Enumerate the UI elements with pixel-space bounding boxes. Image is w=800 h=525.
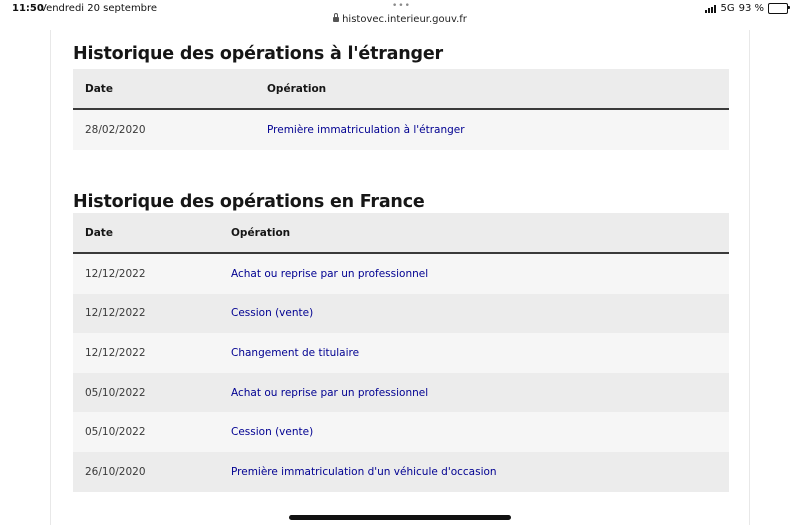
operation-name: Cession (vente)	[231, 307, 314, 320]
operation-date: 26/10/2020	[85, 465, 146, 478]
more-dots-icon[interactable]: •••	[392, 1, 411, 11]
url-text: histovec.interieur.gouv.fr	[342, 14, 467, 25]
foreign-operations-title: Historique des opérations à l'étranger	[73, 44, 443, 64]
table-row: 12/12/2022 Changement de titulaire	[73, 333, 729, 373]
operation-name: Achat ou reprise par un professionnel	[231, 386, 429, 399]
column-header-date: Date	[73, 213, 219, 254]
operation-date: 12/12/2022	[85, 307, 146, 320]
operation-name: Changement de titulaire	[231, 346, 360, 359]
battery-icon	[768, 3, 790, 14]
address-bar[interactable]: histovec.interieur.gouv.fr	[0, 13, 800, 25]
operation-name: Première immatriculation à l'étranger	[267, 123, 465, 136]
column-header-operation: Opération	[255, 69, 729, 110]
status-date: Vendredi 20 septembre	[40, 3, 158, 14]
operation-date: 05/10/2022	[85, 386, 146, 399]
table-header-row: Date Opération	[73, 213, 729, 254]
france-operations-section: Historique des opérations en France Date…	[73, 192, 729, 492]
table-row: 12/12/2022 Achat ou reprise par un profes…	[73, 253, 729, 294]
status-indicators: 5G 93 %	[705, 3, 790, 14]
table-row: 12/12/2022 Cession (vente)	[73, 293, 729, 334]
foreign-operations-table: Date Opération 28/02/2020 Première immatr…	[73, 69, 729, 150]
operation-date: 28/02/2020	[85, 123, 146, 136]
column-header-operation: Opération	[219, 213, 729, 254]
table-row: 05/10/2022 Cession (vente)	[73, 412, 729, 452]
column-header-date: Date	[73, 69, 255, 110]
operation-date: 05/10/2022	[85, 426, 146, 439]
operation-date: 12/12/2022	[85, 346, 146, 359]
battery-percentage: 93 %	[738, 3, 764, 14]
operation-date: 12/12/2022	[85, 267, 146, 280]
table-header-row: Date Opération	[73, 69, 729, 110]
operation-name: Achat ou reprise par un professionnel	[231, 267, 429, 280]
page-content: Historique des opérations à l'étranger D…	[50, 30, 750, 525]
france-operations-table: Date Opération 12/12/2022 Achat ou repris…	[73, 213, 729, 492]
operation-name: Cession (vente)	[231, 426, 314, 439]
network-type: 5G	[720, 3, 735, 14]
foreign-operations-section: Historique des opérations à l'étranger D…	[73, 44, 729, 150]
table-row: 05/10/2022 Achat ou reprise par un profes…	[73, 372, 729, 413]
home-indicator[interactable]	[289, 515, 511, 520]
operation-name: Première immatriculation d'un véhicule d…	[231, 465, 497, 478]
lock-icon	[333, 13, 340, 22]
cellular-signal-icon	[705, 4, 717, 13]
status-bar: 11:50 Vendredi 20 septembre ••• histovec…	[0, 0, 800, 30]
table-row: 26/10/2020 Première immatriculation d'un …	[73, 451, 729, 492]
table-row: 28/02/2020 Première immatriculation à l'é…	[73, 109, 729, 150]
france-operations-title: Historique des opérations en France	[73, 192, 425, 212]
